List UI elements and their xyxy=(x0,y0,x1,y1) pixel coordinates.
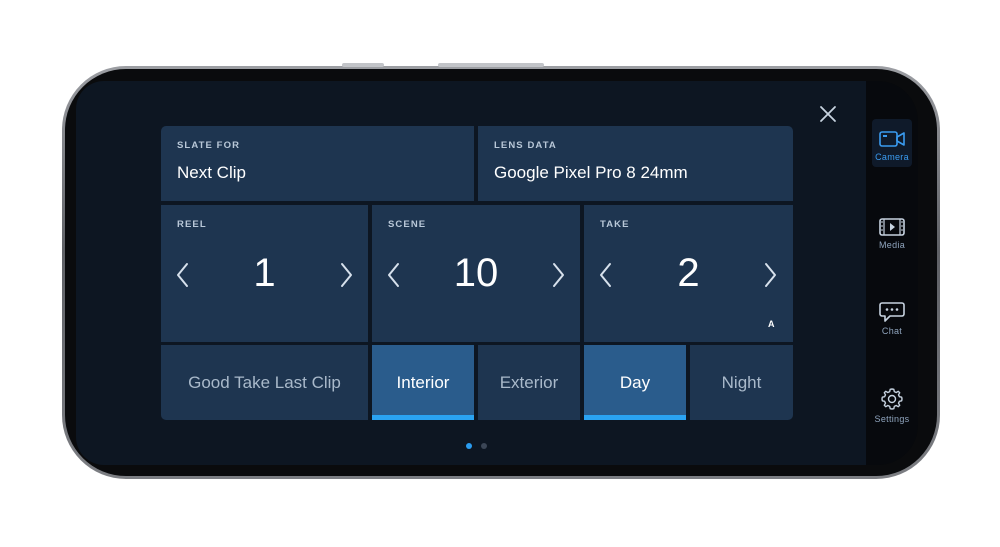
nav-settings-label: Settings xyxy=(874,414,910,424)
nav-settings[interactable]: Settings xyxy=(866,387,918,424)
reel-increment-chevron-right-icon[interactable] xyxy=(336,261,356,289)
take-increment-chevron-right-icon[interactable] xyxy=(760,261,780,289)
good-take-last-clip-button[interactable]: Good Take Last Clip xyxy=(161,345,368,420)
night-toggle[interactable]: Night xyxy=(690,345,793,420)
nav-chat[interactable]: Chat xyxy=(866,301,918,336)
close-icon[interactable] xyxy=(818,104,838,124)
reel-label: REEL xyxy=(177,219,207,230)
slate-for-card[interactable]: SLATE FOR Next Clip xyxy=(161,126,474,201)
take-label: TAKE xyxy=(600,219,630,230)
scene-label: SCENE xyxy=(388,219,427,230)
take-decrement-chevron-left-icon[interactable] xyxy=(596,261,616,289)
nav-media-label: Media xyxy=(878,240,905,250)
interior-toggle[interactable]: Interior xyxy=(372,345,474,420)
page-dot-active[interactable] xyxy=(466,443,472,449)
scene-counter: SCENE 10 xyxy=(372,205,580,342)
reel-decrement-chevron-left-icon[interactable] xyxy=(173,261,193,289)
nav-camera[interactable]: Camera xyxy=(866,129,918,162)
lens-data-value: Google Pixel Pro 8 24mm xyxy=(494,163,688,182)
slate-for-label: SLATE FOR xyxy=(177,140,241,151)
scene-increment-chevron-right-icon[interactable] xyxy=(548,261,568,289)
reel-counter: REEL 1 xyxy=(161,205,368,342)
take-camera-tag: A xyxy=(768,319,775,329)
nav-media[interactable]: Media xyxy=(866,217,918,250)
nav-chat-label: Chat xyxy=(881,326,903,336)
film-icon xyxy=(879,218,905,236)
volume-button-right xyxy=(438,63,544,67)
exterior-toggle[interactable]: Exterior xyxy=(478,345,580,420)
gear-icon xyxy=(881,388,903,410)
take-counter: TAKE 2 A xyxy=(584,205,793,342)
nav-camera-label: Camera xyxy=(875,152,909,162)
chat-icon xyxy=(879,302,905,322)
lens-data-label: LENS DATA xyxy=(494,140,557,151)
slate-for-value: Next Clip xyxy=(177,163,246,182)
scene-decrement-chevron-left-icon[interactable] xyxy=(384,261,404,289)
lens-data-card[interactable]: LENS DATA Google Pixel Pro 8 24mm xyxy=(478,126,793,201)
camera-icon xyxy=(879,131,905,147)
nav-rail: Camera Media Chat Settings xyxy=(866,81,918,465)
day-toggle[interactable]: Day xyxy=(584,345,686,420)
page-dot[interactable] xyxy=(481,443,487,449)
volume-button-left xyxy=(342,63,384,67)
